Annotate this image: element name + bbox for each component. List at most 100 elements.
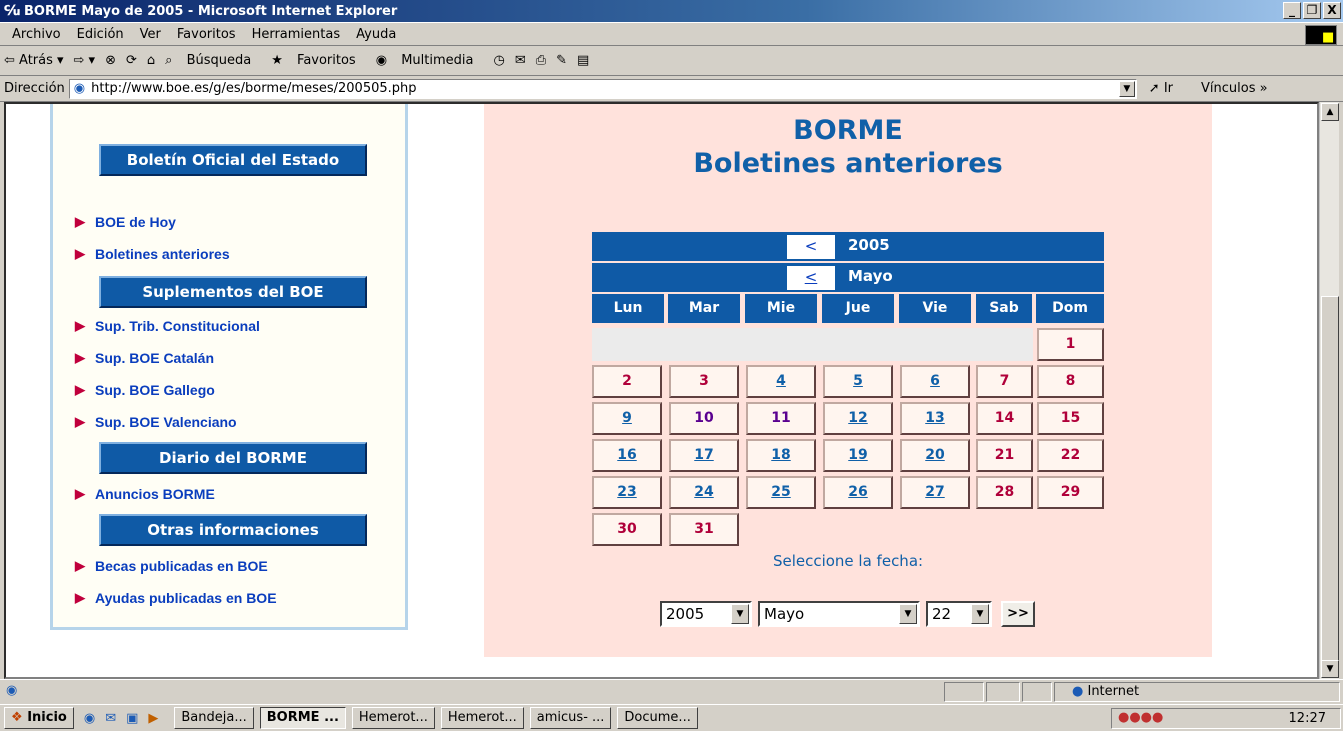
close-button[interactable]: X bbox=[1323, 2, 1341, 19]
tray-icons[interactable]: ●●●● bbox=[1118, 710, 1163, 725]
start-button[interactable]: ❖ Inicio bbox=[4, 707, 74, 729]
edit-icon[interactable]: ✎ bbox=[556, 53, 567, 68]
day-link[interactable]: 13 bbox=[900, 402, 970, 435]
day-link[interactable]: 16 bbox=[592, 439, 662, 472]
link-label: Sup. Trib. Constitucional bbox=[95, 318, 260, 334]
scroll-down-icon[interactable]: ▼ bbox=[1321, 660, 1339, 678]
month-select[interactable]: Mayo ▼ bbox=[758, 601, 920, 627]
day-cell: 15 bbox=[1037, 402, 1104, 435]
sidebar-link-anuncios-borme[interactable]: ▶ Anuncios BORME bbox=[75, 486, 215, 502]
mail-icon[interactable]: ✉ bbox=[515, 53, 526, 68]
scroll-up-icon[interactable]: ▲ bbox=[1321, 103, 1339, 121]
day-link[interactable]: 19 bbox=[823, 439, 893, 472]
day-link[interactable]: 4 bbox=[746, 365, 816, 398]
start-label: Inicio bbox=[27, 710, 67, 725]
stop-icon[interactable]: ⊗ bbox=[105, 53, 116, 68]
day-select-value: 22 bbox=[932, 605, 952, 623]
sidebar-link-becas[interactable]: ▶ Becas publicadas en BOE bbox=[75, 558, 268, 574]
day-link[interactable]: 18 bbox=[746, 439, 816, 472]
day-link[interactable]: 9 bbox=[592, 402, 662, 435]
favorites-icon: ★ bbox=[271, 53, 288, 68]
link-label: Sup. BOE Valenciano bbox=[95, 414, 237, 430]
sidebar-link-sup-valenciano[interactable]: ▶ Sup. BOE Valenciano bbox=[75, 414, 237, 430]
sidebar-heading-suplementos[interactable]: Suplementos del BOE bbox=[99, 276, 367, 308]
sidebar-link-ayudas[interactable]: ▶ Ayudas publicadas en BOE bbox=[75, 590, 277, 606]
discuss-icon[interactable]: ▤ bbox=[577, 53, 589, 68]
sidebar-link-sup-gallego[interactable]: ▶ Sup. BOE Gallego bbox=[75, 382, 215, 398]
arrow-icon: ▶ bbox=[75, 246, 85, 261]
taskbar-button-borme[interactable]: BORME ... bbox=[259, 707, 346, 729]
day-link[interactable]: 17 bbox=[669, 439, 739, 472]
day-link[interactable]: 5 bbox=[823, 365, 893, 398]
media-quicklaunch-icon[interactable]: ▶ bbox=[148, 711, 158, 726]
day-link[interactable]: 12 bbox=[823, 402, 893, 435]
address-bar: Dirección ◉ http://www.boe.es/g/es/borme… bbox=[0, 76, 1343, 102]
sidebar-heading-otras[interactable]: Otras informaciones bbox=[99, 514, 367, 546]
history-icon[interactable]: ◷ bbox=[493, 53, 504, 68]
menu-archivo[interactable]: Archivo bbox=[12, 27, 61, 42]
menu-herramientas[interactable]: Herramientas bbox=[252, 27, 341, 42]
day-link[interactable]: 25 bbox=[746, 476, 816, 509]
search-button[interactable]: ⌕ Búsqueda bbox=[165, 53, 261, 68]
go-button[interactable]: ➚ Ir bbox=[1149, 81, 1173, 96]
favorites-button[interactable]: ★ Favoritos bbox=[271, 53, 365, 68]
taskbar-button-hemerot-doc[interactable]: Hemerot... bbox=[440, 707, 524, 729]
day-link[interactable]: 26 bbox=[823, 476, 893, 509]
print-icon[interactable]: ⎙ bbox=[536, 53, 546, 68]
address-input[interactable]: ◉ http://www.boe.es/g/es/borme/meses/200… bbox=[68, 78, 1137, 99]
day-cell: 1 bbox=[1037, 328, 1104, 361]
sidebar-link-sup-catalan[interactable]: ▶ Sup. BOE Catalán bbox=[75, 350, 214, 366]
day-link[interactable]: 6 bbox=[900, 365, 970, 398]
desktop-quicklaunch-icon[interactable]: ▣ bbox=[126, 711, 138, 726]
sidebar-heading-diario-borme[interactable]: Diario del BORME bbox=[99, 442, 367, 474]
day-link[interactable]: 20 bbox=[900, 439, 970, 472]
taskbar-button-hemerot-folder[interactable]: Hemerot... bbox=[351, 707, 435, 729]
menu-ayuda[interactable]: Ayuda bbox=[356, 27, 396, 42]
links-button[interactable]: Vínculos » bbox=[1201, 81, 1268, 96]
year-label: 2005 bbox=[848, 236, 890, 254]
weekday-header: Lun bbox=[592, 294, 664, 323]
sidebar: Boletín Oficial del Estado ▶ BOE de Hoy ▶… bbox=[50, 104, 408, 630]
day-cell: 8 bbox=[1037, 365, 1104, 398]
prev-year-button[interactable]: < bbox=[787, 235, 835, 259]
day-link[interactable]: 27 bbox=[900, 476, 970, 509]
prev-month-button[interactable]: < bbox=[787, 266, 835, 290]
search-label: Búsqueda bbox=[186, 53, 252, 68]
minimize-button[interactable]: _ bbox=[1283, 2, 1301, 19]
back-button[interactable]: ⇦ Atrás ▾ bbox=[4, 53, 64, 68]
maximize-button[interactable]: ❐ bbox=[1303, 2, 1321, 19]
menu-ver[interactable]: Ver bbox=[140, 27, 161, 42]
page-status-icon: ◉ bbox=[6, 683, 18, 698]
taskbar-button-bandeja[interactable]: Bandeja... bbox=[174, 707, 254, 729]
taskbar-button-docume[interactable]: Docume... bbox=[617, 707, 698, 729]
menu-favoritos[interactable]: Favoritos bbox=[177, 27, 236, 42]
ie-quicklaunch-icon[interactable]: ◉ bbox=[84, 711, 95, 726]
day-cell: 11 bbox=[746, 402, 816, 435]
windows-flag-icon: ❖ bbox=[11, 710, 28, 725]
year-select[interactable]: 2005 ▼ bbox=[660, 601, 752, 627]
vertical-scrollbar[interactable]: ▲ ▼ bbox=[1319, 102, 1339, 679]
sidebar-heading-boe[interactable]: Boletín Oficial del Estado bbox=[99, 144, 367, 176]
menu-edicion[interactable]: Edición bbox=[77, 27, 124, 42]
forward-button[interactable]: ⇨ ▾ bbox=[74, 53, 96, 68]
sidebar-link-boletines-anteriores[interactable]: ▶ Boletines anteriores bbox=[75, 246, 230, 262]
outlook-quicklaunch-icon[interactable]: ✉ bbox=[105, 711, 116, 726]
day-select[interactable]: 22 ▼ bbox=[926, 601, 992, 627]
day-link[interactable]: 23 bbox=[592, 476, 662, 509]
refresh-icon[interactable]: ⟳ bbox=[126, 53, 137, 68]
arrow-icon: ▶ bbox=[75, 486, 85, 501]
day-cell: 31 bbox=[669, 513, 739, 546]
media-button[interactable]: ◉ Multimedia bbox=[376, 53, 484, 68]
submit-date-button[interactable]: >> bbox=[1001, 601, 1035, 627]
page-title-line2: Boletines anteriores bbox=[693, 148, 1003, 179]
scroll-thumb[interactable] bbox=[1321, 296, 1339, 666]
sidebar-link-boe-hoy[interactable]: ▶ BOE de Hoy bbox=[75, 214, 176, 230]
taskbar-button-amicus[interactable]: amicus- ... bbox=[529, 707, 612, 729]
home-icon[interactable]: ⌂ bbox=[147, 53, 155, 68]
day-link[interactable]: 24 bbox=[669, 476, 739, 509]
address-dropdown-icon[interactable]: ▼ bbox=[1118, 80, 1135, 97]
page-title: BORME Boletines anteriores bbox=[484, 114, 1212, 180]
media-icon: ◉ bbox=[375, 53, 392, 68]
link-label: Boletines anteriores bbox=[95, 246, 230, 262]
sidebar-link-sup-trib[interactable]: ▶ Sup. Trib. Constitucional bbox=[75, 318, 260, 334]
